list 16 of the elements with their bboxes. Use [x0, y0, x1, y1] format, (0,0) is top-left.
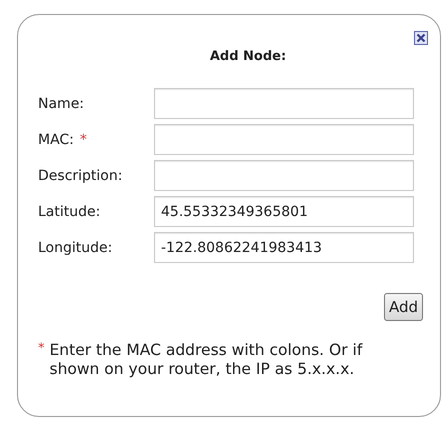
field-label: MAC: *	[38, 132, 88, 148]
input-field[interactable]: 45.55332349365801	[154, 196, 414, 227]
required-mark: *	[38, 341, 44, 358]
help-note: Enter the MAC address with colons. Or if shown on your router, the IP as 5.x.x.x.	[50, 341, 364, 379]
input-field[interactable]	[154, 124, 414, 155]
field-label: Description:	[38, 168, 124, 184]
add-button[interactable]: Add	[384, 293, 423, 321]
input-field[interactable]	[154, 160, 414, 191]
input-field[interactable]	[154, 88, 414, 119]
dialog-title: Add Node:	[208, 49, 288, 64]
input-field[interactable]: -122.80862241983413	[154, 232, 414, 263]
required-mark: *	[80, 132, 87, 148]
close-icon[interactable]	[414, 31, 428, 45]
field-label: Longitude:	[38, 240, 114, 256]
field-label: Name:	[38, 96, 86, 112]
field-label: Latitude:	[38, 204, 102, 220]
